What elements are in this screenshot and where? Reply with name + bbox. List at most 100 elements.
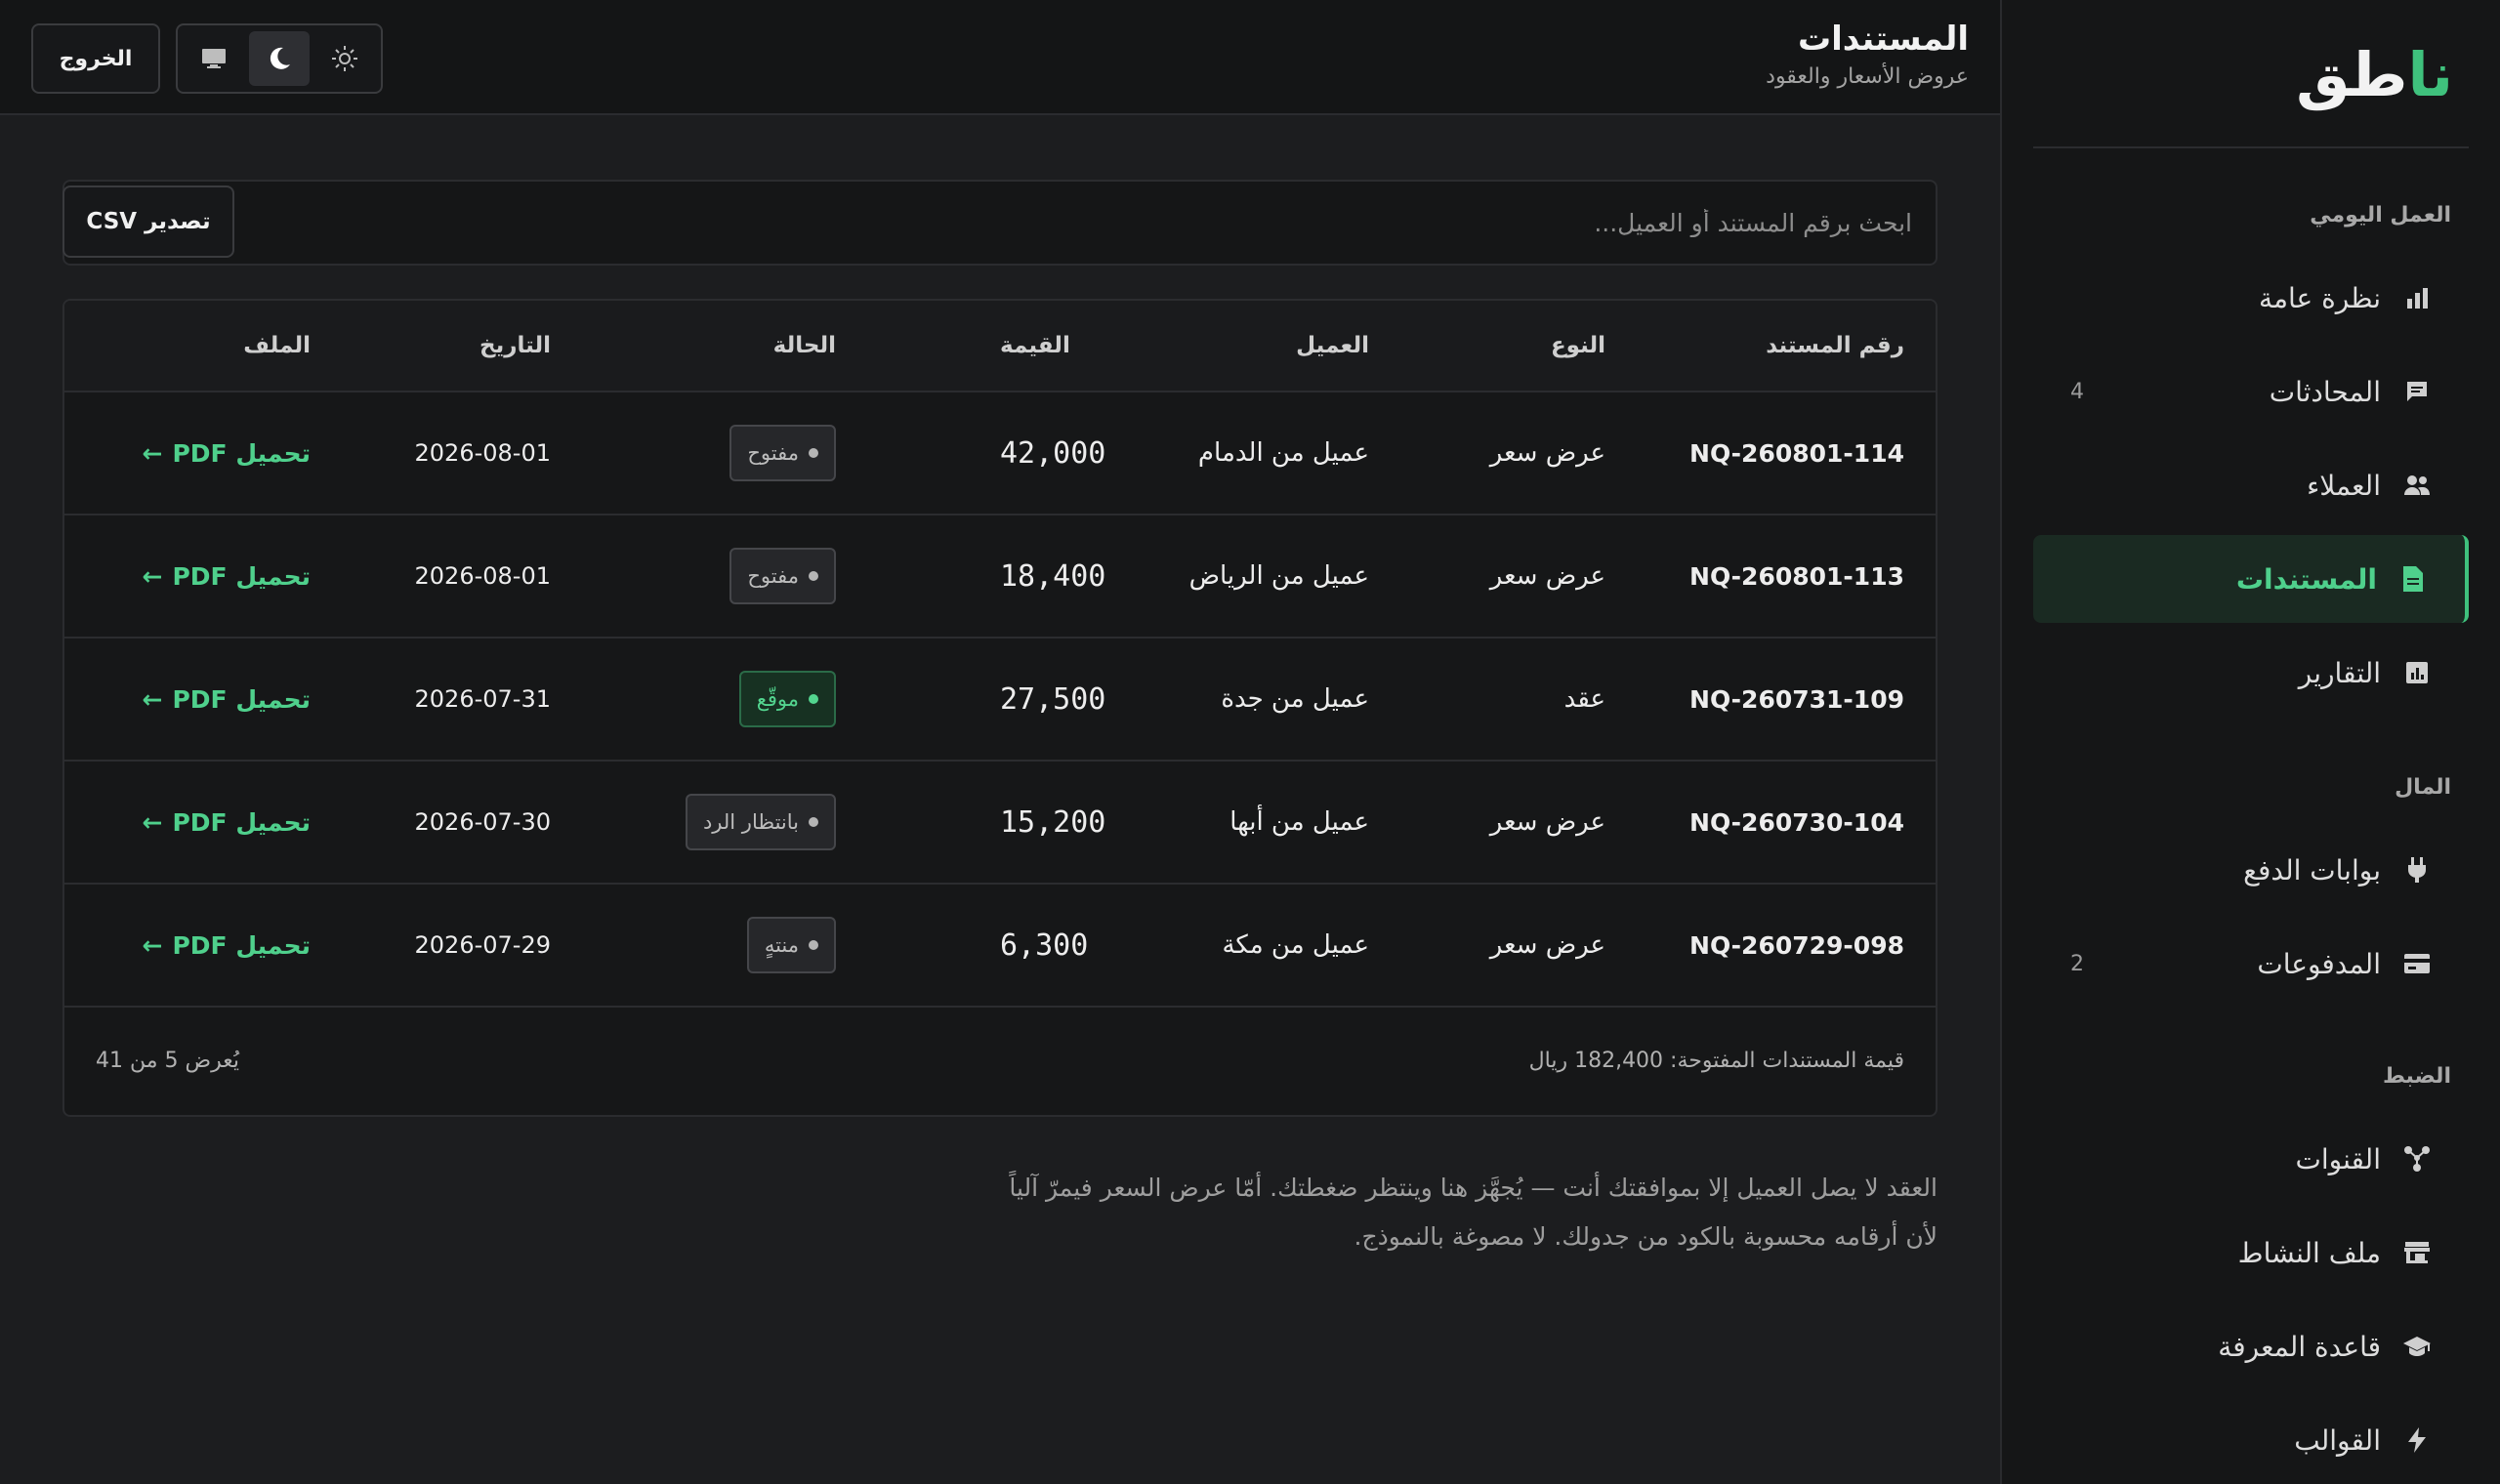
- sidebar-item-conversations[interactable]: المحادثات 4: [2033, 348, 2469, 435]
- sidebar-item-templates[interactable]: القوالب: [2033, 1396, 2469, 1484]
- download-pdf-link[interactable]: تحميل PDF ←: [143, 808, 312, 837]
- brand-logo[interactable]: ناطق: [2296, 39, 2454, 110]
- file-cell: تحميل PDF ←: [143, 392, 312, 514]
- sidebar-item-payment-gateways[interactable]: بوابات الدفع: [2033, 826, 2469, 914]
- sun-icon: [332, 46, 357, 71]
- logout-button[interactable]: الخروج: [31, 23, 160, 94]
- column-header-file: الملف: [243, 333, 311, 358]
- arrow-left-icon: ←: [142, 684, 163, 714]
- status-label: مفتوح: [747, 441, 799, 465]
- doc-type: عقد: [1563, 684, 1605, 714]
- status-dot: [809, 571, 818, 581]
- table-row[interactable]: NQ-260801-114 عرض سعر عميل من الدمام 42,…: [64, 392, 1936, 515]
- sidebar-item-label: المحادثات: [2269, 375, 2381, 408]
- doc-type: عرض سعر: [1489, 438, 1605, 468]
- search-input[interactable]: [62, 180, 1938, 266]
- table-row[interactable]: NQ-260729-098 عرض سعر عميل من مكة 6,300 …: [64, 885, 1936, 1008]
- table-row[interactable]: NQ-260730-104 عرض سعر عميل من أبها 15,20…: [64, 762, 1936, 885]
- nav-section-settings: الضبط: [2382, 1064, 2451, 1089]
- column-header-status[interactable]: الحالة: [773, 301, 836, 391]
- doc-id: NQ-260729-098: [1689, 930, 1904, 960]
- arrow-left-icon: ←: [142, 561, 163, 591]
- table-row[interactable]: NQ-260731-109 عقد عميل من جدة 27,500 موق…: [64, 639, 1936, 762]
- status-dot: [809, 817, 818, 827]
- file-cell: تحميل PDF ←: [143, 515, 312, 637]
- file-cell: تحميل PDF ←: [143, 639, 312, 760]
- channels-icon: [2402, 1144, 2432, 1174]
- logo-accent: نا: [2407, 39, 2454, 110]
- doc-value: 6,300: [1000, 928, 1089, 963]
- sidebar-item-label: قاعدة المعرفة: [2218, 1330, 2381, 1363]
- doc-date: 2026-07-31: [414, 685, 551, 713]
- sidebar-item-label: نظرة عامة: [2258, 281, 2381, 314]
- status-badge: مفتوح: [729, 425, 836, 481]
- doc-client: عميل من الرياض: [1188, 561, 1369, 591]
- status-badge: بانتظار الرد: [685, 794, 836, 850]
- doc-value: 42,000: [1000, 435, 1106, 471]
- people-icon: [2402, 471, 2432, 500]
- doc-client: عميل من مكة: [1222, 930, 1369, 960]
- column-header-client[interactable]: العميل: [1296, 301, 1369, 391]
- export-csv-button[interactable]: تصدير CSV: [62, 186, 234, 258]
- theme-dark-button[interactable]: [249, 31, 310, 86]
- doc-date: 2026-07-29: [414, 931, 551, 959]
- file-cell: تحميل PDF ←: [143, 762, 312, 883]
- sidebar-item-documents[interactable]: المستندات: [2033, 535, 2469, 623]
- doc-value: 15,200: [1000, 804, 1106, 840]
- sidebar-item-overview[interactable]: نظرة عامة: [2033, 254, 2469, 342]
- status-badge: موقّع: [738, 671, 836, 727]
- sidebar-item-clients[interactable]: العملاء: [2033, 441, 2469, 529]
- status-label: بانتظار الرد: [702, 810, 799, 834]
- table-row[interactable]: NQ-260801-113 عرض سعر عميل من الرياض 18,…: [64, 515, 1936, 639]
- column-header-value[interactable]: القيمة: [1000, 301, 1070, 391]
- sidebar-item-reports[interactable]: التقارير: [2033, 629, 2469, 717]
- moon-icon: [270, 47, 290, 69]
- bar-chart-icon: [2402, 283, 2432, 312]
- doc-date: 2026-08-01: [414, 439, 551, 467]
- download-label: تحميل PDF: [172, 807, 311, 837]
- column-header-id[interactable]: رقم المستند: [1766, 301, 1904, 391]
- store-icon: [2402, 1238, 2432, 1267]
- status-cell: بانتظار الرد: [685, 762, 836, 883]
- doc-id: NQ-260730-104: [1689, 807, 1904, 837]
- status-dot: [809, 694, 818, 704]
- pagination-count: يُعرض 5 من 41: [96, 1048, 239, 1073]
- status-cell: مفتوح: [729, 392, 836, 514]
- sidebar-item-label: التقارير: [2298, 656, 2381, 689]
- doc-date: 2026-08-01: [414, 562, 551, 590]
- doc-type: عرض سعر: [1489, 930, 1605, 960]
- sidebar-item-channels[interactable]: القنوات: [2033, 1115, 2469, 1203]
- theme-light-button[interactable]: [314, 31, 375, 86]
- sidebar-item-business-profile[interactable]: ملف النشاط: [2033, 1209, 2469, 1297]
- column-header-date[interactable]: التاريخ: [479, 301, 551, 391]
- document-icon: [2398, 564, 2428, 594]
- sidebar-item-knowledge-base[interactable]: قاعدة المعرفة: [2033, 1302, 2469, 1390]
- report-icon: [2402, 658, 2432, 687]
- column-header-type[interactable]: النوع: [1551, 301, 1605, 391]
- arrow-left-icon: ←: [142, 438, 163, 468]
- download-pdf-link[interactable]: تحميل PDF ←: [143, 931, 312, 960]
- status-label: موقّع: [756, 687, 799, 711]
- table-footer: قيمة المستندات المفتوحة: 182,400 ريال يُ…: [64, 1004, 1936, 1115]
- doc-value: 27,500: [1000, 681, 1106, 717]
- nav-section-daily: العمل اليومي: [2310, 203, 2451, 227]
- theme-system-button[interactable]: [184, 31, 244, 86]
- download-pdf-link[interactable]: تحميل PDF ←: [143, 562, 312, 591]
- top-bar: المستندات عروض الأسعار والعقود الخروج: [0, 0, 2000, 115]
- doc-id: NQ-260801-114: [1689, 438, 1904, 468]
- graduation-cap-icon: [2402, 1332, 2432, 1361]
- download-pdf-link[interactable]: تحميل PDF ←: [143, 439, 312, 468]
- card-icon: [2402, 949, 2432, 978]
- doc-client: عميل من الدمام: [1197, 438, 1369, 468]
- sidebar-item-label: المستندات: [2235, 562, 2377, 596]
- theme-switcher: [176, 23, 383, 94]
- app-root: ناطق العمل اليومي نظرة عامة المحادثات 4 …: [0, 0, 2500, 1484]
- download-pdf-link[interactable]: تحميل PDF ←: [143, 685, 312, 714]
- table-header: رقم المستند النوع العميل القيمة الحالة ا…: [64, 301, 1936, 392]
- sidebar-item-payments[interactable]: المدفوعات 2: [2033, 920, 2469, 1008]
- plug-icon: [2402, 855, 2432, 885]
- status-dot: [809, 448, 818, 458]
- arrow-left-icon: ←: [142, 807, 163, 837]
- main-content: المستندات عروض الأسعار والعقود الخروج تص…: [0, 0, 2000, 1484]
- doc-client: عميل من جدة: [1221, 684, 1369, 714]
